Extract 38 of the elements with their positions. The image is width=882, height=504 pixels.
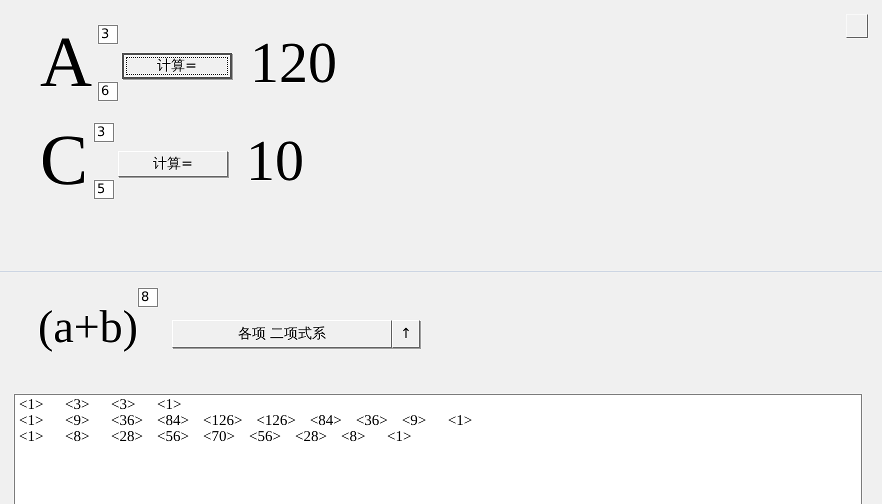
coefficient-text: <8> <box>65 429 90 445</box>
coefficient-text: <56> <box>157 429 189 445</box>
lower-index-field[interactable]: 5 <box>94 180 114 199</box>
coefficient-text: <36> <box>356 413 388 429</box>
square-button[interactable] <box>846 14 868 38</box>
coefficient-text: <36> <box>111 413 143 429</box>
binomial-expression: (a+b) <box>38 300 138 353</box>
coefficient-text: <1> <box>19 429 44 445</box>
coefficient-text: <56> <box>249 429 281 445</box>
coefficient-text: <28> <box>295 429 327 445</box>
letter-symbol: C <box>40 121 88 201</box>
lower-index-field[interactable]: 6 <box>98 82 118 101</box>
coefficient-text: <8> <box>341 429 366 445</box>
upper-index-field[interactable]: 3 <box>94 123 114 142</box>
coefficient-text: <1> <box>157 397 182 413</box>
calculate-button[interactable]: 计算= <box>122 53 232 79</box>
coefficient-text: <1> <box>19 413 44 429</box>
coefficient-text: <3> <box>65 397 90 413</box>
coefficient-text: <70> <box>203 429 235 445</box>
upper-index-field[interactable]: 3 <box>98 25 118 44</box>
coefficient-text: <126> <box>256 413 296 429</box>
letter-symbol: A <box>40 23 92 103</box>
coefficient-text: <1> <box>448 413 474 429</box>
result-value: 120 <box>250 34 337 92</box>
coefficient-text: <1> <box>387 429 412 445</box>
coefficient-text: <84> <box>310 413 342 429</box>
coefficient-text: <28> <box>111 429 143 445</box>
calculate-button[interactable]: 计算= <box>118 151 228 177</box>
coefficient-text: <1> <box>19 397 44 413</box>
coefficient-text: <3> <box>111 397 136 413</box>
arrow-button[interactable]: ↑ <box>392 320 420 348</box>
exponent-field[interactable]: 8 <box>138 288 158 307</box>
coefficient-text: <84> <box>157 413 189 429</box>
result-value: 10 <box>246 132 304 190</box>
coefficient-text: <9> <box>65 413 90 429</box>
coefficients-button[interactable]: 各项 二项式系 <box>172 320 392 348</box>
coefficient-text: <9> <box>402 413 428 429</box>
coefficient-text: <126> <box>203 413 242 429</box>
